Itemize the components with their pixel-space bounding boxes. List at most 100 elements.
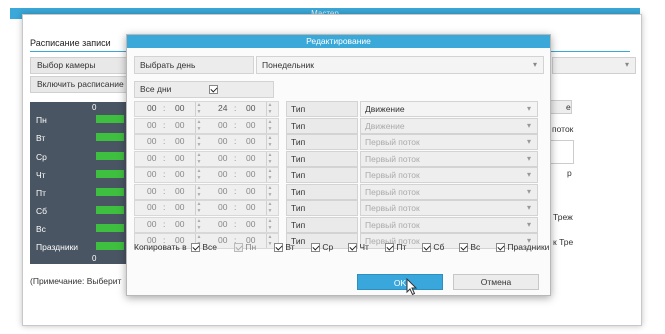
type-select[interactable]: Первый поток ▾ <box>360 134 538 150</box>
time-field[interactable]: 00 <box>218 186 227 196</box>
time-range-row[interactable]: 00:0000:00▲▼▲▼ <box>134 200 279 216</box>
copy-holidays-option[interactable]: Праздники <box>496 242 549 253</box>
time-field[interactable]: 00 <box>175 186 184 196</box>
spinner-icon[interactable]: ▲▼ <box>195 217 202 232</box>
type-select-value: Движение <box>365 120 405 131</box>
time-field[interactable]: 00 <box>175 153 184 163</box>
spinner-icon[interactable]: ▲▼ <box>266 102 273 116</box>
time-field[interactable]: 00 <box>246 219 255 229</box>
type-label: Тип <box>286 117 358 134</box>
time-field[interactable]: 00 <box>175 120 184 130</box>
type-select[interactable]: Первый поток ▾ <box>360 183 538 200</box>
time-range-row[interactable]: 00:0000:00▲▼▲▼ <box>134 216 279 233</box>
time-field[interactable]: 00 <box>147 103 156 113</box>
time-field[interactable]: 00 <box>147 120 156 130</box>
spinner-icon[interactable]: ▲▼ <box>195 201 202 215</box>
spinner-icon[interactable]: ▲▼ <box>266 118 273 133</box>
spinner-icon[interactable]: ▲▼ <box>195 168 202 182</box>
time-field[interactable]: 00 <box>175 169 184 179</box>
time-range-row[interactable]: 00:0000:00▲▼▲▼ <box>134 183 279 200</box>
time-range-row[interactable]: 00:0000:00▲▼▲▼ <box>134 150 279 167</box>
type-select[interactable]: Движение ▾ <box>360 117 538 134</box>
copy-tue-option[interactable]: Вт <box>274 242 295 253</box>
type-select-value: Первый поток <box>365 137 420 147</box>
spinner-icon[interactable]: ▲▼ <box>266 217 273 232</box>
time-field[interactable]: 00 <box>175 202 184 212</box>
type-select-value: Первый поток <box>365 203 420 213</box>
time-field[interactable]: 00 <box>246 153 255 163</box>
copy-sat-option[interactable]: Сб <box>422 242 444 253</box>
time-field[interactable]: 00 <box>246 103 255 113</box>
time-field[interactable]: 00 <box>218 169 227 179</box>
spinner-icon[interactable]: ▲▼ <box>195 135 202 149</box>
time-field[interactable]: 00 <box>246 202 255 212</box>
type-row: Тип Первый поток ▾ <box>286 200 538 216</box>
time-field[interactable]: 00 <box>147 202 156 212</box>
copy-wed-option[interactable]: Ср <box>311 242 333 253</box>
time-range-row[interactable]: 00:0000:00▲▼▲▼ <box>134 117 279 134</box>
time-separator: : <box>234 119 237 130</box>
camera-select[interactable]: ▾ <box>552 57 636 74</box>
type-row: Тип Движение ▾ <box>286 117 538 134</box>
all-days-checkbox[interactable] <box>209 85 218 94</box>
spinner-icon[interactable]: ▲▼ <box>195 184 202 199</box>
time-field[interactable]: 00 <box>147 153 156 163</box>
time-field[interactable]: 00 <box>147 186 156 196</box>
chevron-down-icon: ▾ <box>526 170 531 179</box>
time-field[interactable]: 00 <box>218 153 227 163</box>
type-select[interactable]: Первый поток ▾ <box>360 216 538 233</box>
type-label: Тип <box>286 183 358 200</box>
time-field[interactable]: 00 <box>246 136 255 146</box>
type-select[interactable]: Первый поток ▾ <box>360 200 538 216</box>
type-label: Тип <box>286 200 358 216</box>
time-range-row[interactable]: 00:0000:00▲▼▲▼ <box>134 134 279 150</box>
spinner-icon[interactable]: ▲▼ <box>266 168 273 182</box>
spinner-icon[interactable]: ▲▼ <box>266 151 273 166</box>
time-field[interactable]: 00 <box>175 219 184 229</box>
scale-start-top: 0 <box>92 103 97 112</box>
spinner-icon[interactable]: ▲▼ <box>266 135 273 149</box>
spinner-icon[interactable]: ▲▼ <box>266 201 273 215</box>
copy-thu-option[interactable]: Чт <box>348 242 369 253</box>
chevron-down-icon: ▾ <box>624 60 629 69</box>
time-field[interactable]: 00 <box>147 219 156 229</box>
copy-all-option[interactable]: Все <box>191 242 217 253</box>
chevron-down-icon: ▾ <box>526 219 531 229</box>
time-range-row[interactable]: 00:0000:00▲▼▲▼ <box>134 167 279 183</box>
time-field[interactable]: 00 <box>147 169 156 179</box>
spinner-icon[interactable]: ▲▼ <box>195 102 202 116</box>
time-field[interactable]: 00 <box>175 136 184 146</box>
day-bar <box>96 206 124 214</box>
time-field[interactable]: 00 <box>147 136 156 146</box>
time-range-row[interactable]: 00:00 24:00 ▲ ▼ ▲ ▼ <box>134 101 279 117</box>
spinner-icon[interactable]: ▲▼ <box>195 151 202 166</box>
time-field[interactable]: 00 <box>218 202 227 212</box>
copy-sun-option[interactable]: Вс <box>459 242 480 253</box>
day-label: Вт <box>36 133 46 143</box>
type-label: Тип <box>286 150 358 167</box>
cancel-button[interactable]: Отмена <box>453 274 539 290</box>
time-field[interactable]: 00 <box>218 120 227 130</box>
type-label: Тип <box>286 167 358 183</box>
time-separator: : <box>163 218 166 229</box>
type-select[interactable]: Движение ▾ <box>360 101 538 117</box>
time-separator: : <box>163 136 166 146</box>
time-field[interactable]: 00 <box>246 169 255 179</box>
time-field[interactable]: 00 <box>246 186 255 196</box>
spinner-icon[interactable]: ▲▼ <box>195 118 202 133</box>
time-separator: : <box>163 169 166 179</box>
copy-fri-option[interactable]: Пт <box>385 242 406 253</box>
type-select[interactable]: Первый поток ▾ <box>360 167 538 183</box>
day-select[interactable]: Понедельник ▾ <box>256 56 544 74</box>
time-field[interactable]: 24 <box>218 103 227 113</box>
spinner-icon[interactable]: ▲▼ <box>266 184 273 199</box>
chevron-down-icon: ▾ <box>526 153 531 163</box>
type-select[interactable]: Первый поток ▾ <box>360 150 538 167</box>
time-field[interactable]: 00 <box>246 120 255 130</box>
time-field[interactable]: 00 <box>218 136 227 146</box>
chevron-down-icon: ▾ <box>526 104 531 113</box>
ok-button[interactable]: OK <box>357 274 443 290</box>
day-bar <box>96 170 124 178</box>
time-field[interactable]: 00 <box>218 219 227 229</box>
time-field[interactable]: 00 <box>175 103 184 113</box>
